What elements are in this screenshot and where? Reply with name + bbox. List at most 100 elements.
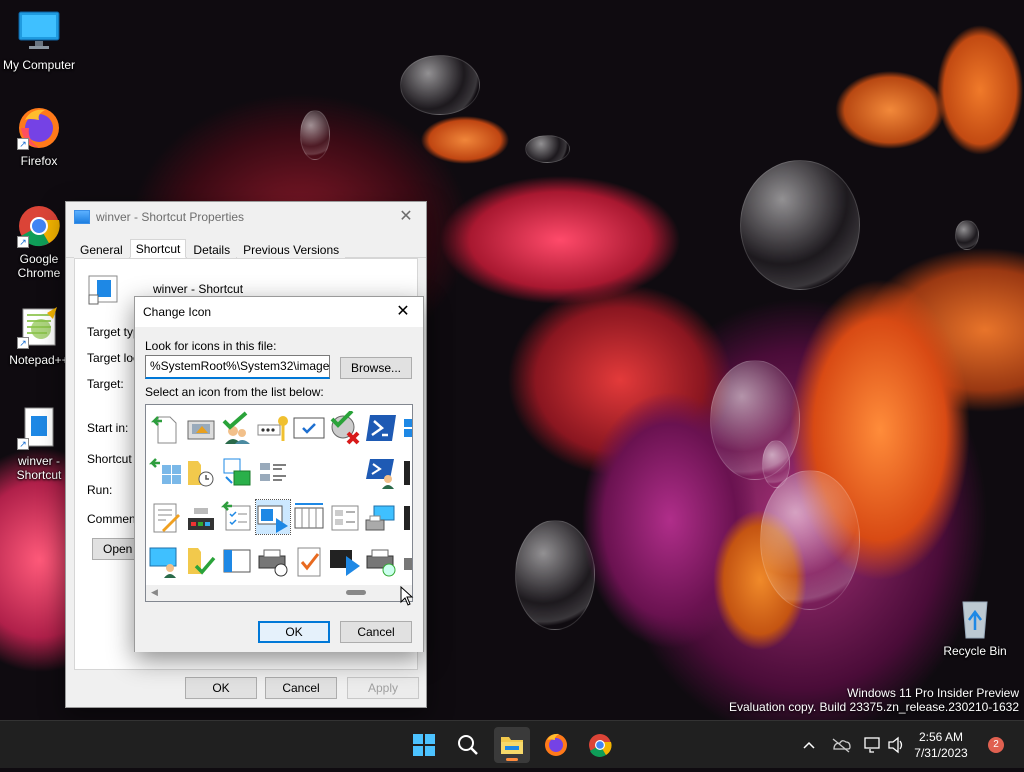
os-watermark: Windows 11 Pro Insider Preview Evaluatio… [729, 686, 1019, 714]
icon-option-window-panel[interactable] [220, 544, 254, 578]
icon-option-window-play[interactable] [255, 499, 291, 535]
icon-option-computer-printer[interactable] [364, 500, 398, 534]
wallpaper-bubble [955, 220, 979, 250]
icon-option-powershell[interactable] [364, 411, 398, 445]
firefox-icon: ↗ [17, 106, 61, 150]
shortcut-key-label: Shortcut k [87, 452, 142, 466]
wallpaper-bubble [525, 135, 570, 163]
wallpaper-bubble [740, 160, 860, 290]
search-icon[interactable] [450, 727, 486, 763]
desktop-icon-recycle-bin[interactable]: Recycle Bin [936, 596, 1014, 658]
icon-option-security-error[interactable] [328, 409, 362, 445]
target-type-label: Target typ [87, 325, 140, 339]
icon-list[interactable]: ◀ ▶ [145, 404, 413, 602]
close-icon[interactable]: ✕ [383, 297, 423, 327]
window-title: winver - Shortcut Properties [96, 210, 245, 224]
cancel-button[interactable]: Cancel [340, 621, 412, 643]
icon-option-checklist-arrow[interactable] [220, 500, 254, 534]
icon-option-monitor-user[interactable] [148, 544, 182, 578]
desktop-icon-label: My Computer [2, 58, 76, 72]
ok-button[interactable]: OK [185, 677, 257, 699]
icon-option-scanner[interactable] [184, 411, 218, 445]
apply-button[interactable]: Apply [347, 677, 419, 699]
winver-icon [74, 210, 90, 224]
watermark-line-2: Evaluation copy. Build 23375.zn_release.… [729, 700, 1019, 714]
icon-option-users-check[interactable] [220, 411, 254, 445]
start-in-label: Start in: [87, 421, 129, 435]
icon-option-window-check[interactable] [292, 411, 326, 445]
horizontal-scrollbar[interactable]: ◀ ▶ [146, 585, 412, 601]
icon-option-partial-gray[interactable] [400, 544, 412, 578]
icon-option-document-check[interactable] [292, 544, 326, 578]
tab-general[interactable]: General [74, 240, 129, 258]
cancel-button[interactable]: Cancel [265, 677, 337, 699]
target-location-label: Target loc [87, 351, 140, 365]
wallpaper-bubble [400, 55, 480, 115]
clock[interactable]: 2:56 AM 7/31/2023 [906, 729, 976, 761]
close-icon[interactable]: ✕ [386, 202, 426, 232]
icon-option-printer-clock[interactable] [256, 544, 290, 578]
file-explorer-icon[interactable] [494, 727, 530, 763]
watermark-line-1: Windows 11 Pro Insider Preview [847, 686, 1019, 700]
icon-option-document-pencil[interactable] [148, 500, 182, 534]
chrome-icon[interactable] [582, 727, 618, 763]
icon-option-display-play[interactable] [328, 544, 362, 578]
chrome-icon: ↗ [17, 204, 61, 248]
change-icon-titlebar[interactable]: Change Icon ✕ [135, 297, 423, 327]
properties-footer: OK Cancel Apply [66, 677, 426, 699]
select-icon-label: Select an icon from the list below: [145, 385, 324, 399]
firefox-icon[interactable] [538, 727, 574, 763]
icon-option-folder-clock[interactable] [184, 455, 218, 489]
clock-time: 2:56 AM [918, 730, 964, 744]
scroll-left-icon[interactable]: ◀ [151, 587, 158, 598]
icon-option-window-sync[interactable] [220, 455, 254, 489]
shortcut-arrow-icon: ↗ [17, 438, 29, 450]
shortcut-arrow-icon: ↗ [17, 138, 29, 150]
icon-option-partial-blue[interactable] [400, 411, 412, 445]
icon-option-document-arrow[interactable] [148, 411, 182, 445]
dialog-title: Change Icon [143, 305, 212, 319]
icon-option-list-images[interactable] [256, 455, 290, 489]
wallpaper-bubble [760, 470, 860, 610]
active-indicator [506, 758, 518, 761]
mouse-cursor-icon [400, 585, 414, 609]
run-label: Run: [87, 483, 113, 497]
icon-option-password-key[interactable] [256, 411, 290, 445]
icon-grid [148, 407, 412, 583]
volume-icon[interactable] [886, 721, 906, 769]
icon-option-forms[interactable] [328, 500, 362, 534]
icon-option-partial-dark[interactable] [400, 455, 412, 489]
network-icon[interactable] [862, 721, 882, 769]
look-for-icons-label: Look for icons in this file: [145, 339, 277, 353]
notepadpp-icon: ↗ [17, 305, 61, 349]
scrollbar-thumb[interactable] [346, 590, 366, 595]
recycle-bin-icon [953, 596, 997, 640]
icon-option-tiles-arrow[interactable] [148, 455, 182, 489]
icon-option-printer-sync[interactable] [364, 544, 398, 578]
icon-option-partial-tower[interactable] [400, 500, 412, 534]
icon-option-network-devices[interactable] [184, 500, 218, 534]
icon-option-column-table[interactable] [292, 500, 326, 534]
tab-shortcut[interactable]: Shortcut [129, 239, 187, 258]
wallpaper-bubble [762, 440, 790, 488]
icon-option-folder-check[interactable] [184, 544, 218, 578]
monitor-icon [17, 10, 61, 54]
start-icon[interactable] [406, 727, 442, 763]
desktop-icon-firefox[interactable]: ↗ Firefox [0, 106, 78, 168]
desktop-icon-my-computer[interactable]: My Computer [0, 10, 78, 72]
shortcut-arrow-icon: ↗ [17, 337, 29, 349]
browse-button[interactable]: Browse... [340, 357, 413, 379]
winver-icon [87, 275, 119, 305]
tab-details[interactable]: Details [187, 240, 237, 258]
target-label: Target: [87, 377, 124, 391]
tab-previous-versions[interactable]: Previous Versions [237, 240, 346, 258]
properties-titlebar[interactable]: winver - Shortcut Properties ✕ [66, 202, 426, 232]
onedrive-offline-icon[interactable] [830, 721, 852, 769]
notification-badge[interactable]: 2 [988, 737, 1004, 753]
icon-file-path-input[interactable]: %SystemRoot%\System32\imageres [145, 355, 330, 379]
icon-option-powershell-user[interactable] [364, 455, 398, 489]
show-hidden-icons-icon[interactable] [800, 721, 818, 769]
wallpaper-bubble [515, 520, 595, 630]
desktop-icon-label: Firefox [20, 154, 58, 168]
ok-button[interactable]: OK [258, 621, 330, 643]
